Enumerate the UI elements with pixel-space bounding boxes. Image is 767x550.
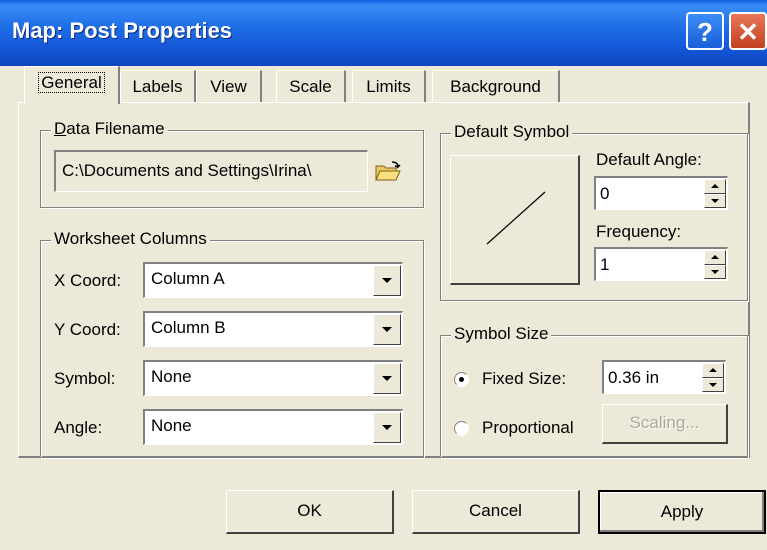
default-angle-spinner[interactable]: 0 (594, 176, 728, 210)
spinner-arrows-icon[interactable] (702, 363, 724, 392)
data-filename-label: Data Filename (51, 119, 168, 139)
y-coord-label: Y Coord: (54, 320, 121, 339)
title-bar[interactable]: Map: Post Properties ? ✕ (0, 0, 767, 66)
spinner-arrows-icon[interactable] (704, 250, 726, 279)
proportional-label: Proportional (482, 418, 574, 437)
angle-select[interactable]: None (143, 409, 403, 445)
chevron-down-icon[interactable] (373, 265, 401, 296)
question-icon[interactable]: ? (686, 12, 724, 50)
fixed-size-label: Fixed Size: (482, 369, 567, 388)
chevron-down-icon[interactable] (373, 412, 401, 443)
symbol-size-label: Symbol Size (451, 324, 552, 344)
cancel-button[interactable]: Cancel (412, 490, 580, 534)
frequency-label: Frequency: (596, 222, 682, 241)
frequency-spinner[interactable]: 1 (594, 247, 728, 281)
window-title: Map: Post Properties (12, 18, 233, 43)
symbol-preview-button[interactable] (450, 155, 580, 285)
symbol-preview-icon (486, 191, 546, 245)
apply-button[interactable]: Apply (598, 490, 766, 534)
tab-scale[interactable]: Scale (276, 70, 346, 104)
symbol-select[interactable]: None (143, 360, 403, 396)
tab-background[interactable]: Background (432, 70, 560, 104)
spinner-arrows-icon[interactable] (704, 179, 726, 208)
tab-view[interactable]: View (196, 70, 262, 104)
tab-limits[interactable]: Limits (352, 70, 426, 104)
symbol-label: Symbol: (54, 369, 116, 388)
worksheet-columns-label: Worksheet Columns (51, 229, 210, 249)
chevron-down-icon[interactable] (373, 314, 401, 345)
fixed-size-spinner[interactable]: 0.36 in (602, 360, 726, 394)
proportional-radio[interactable] (454, 421, 469, 436)
y-coord-select[interactable]: Column B (143, 311, 403, 347)
data-filename-field[interactable]: C:\Documents and Settings\Irina\ (54, 150, 368, 192)
close-icon[interactable]: ✕ (729, 12, 767, 50)
chevron-down-icon[interactable] (373, 363, 401, 394)
open-folder-icon[interactable] (374, 160, 402, 182)
default-angle-label: Default Angle: (596, 150, 702, 169)
tab-labels[interactable]: Labels (120, 70, 196, 104)
x-coord-select[interactable]: Column A (143, 262, 403, 298)
ok-button[interactable]: OK (226, 490, 394, 534)
x-coord-label: X Coord: (54, 271, 122, 290)
tab-general[interactable]: General (24, 66, 120, 104)
angle-label: Angle: (54, 418, 103, 437)
fixed-size-radio[interactable] (454, 372, 469, 387)
default-symbol-label: Default Symbol (451, 122, 573, 142)
scaling-button[interactable]: Scaling... (602, 404, 728, 444)
